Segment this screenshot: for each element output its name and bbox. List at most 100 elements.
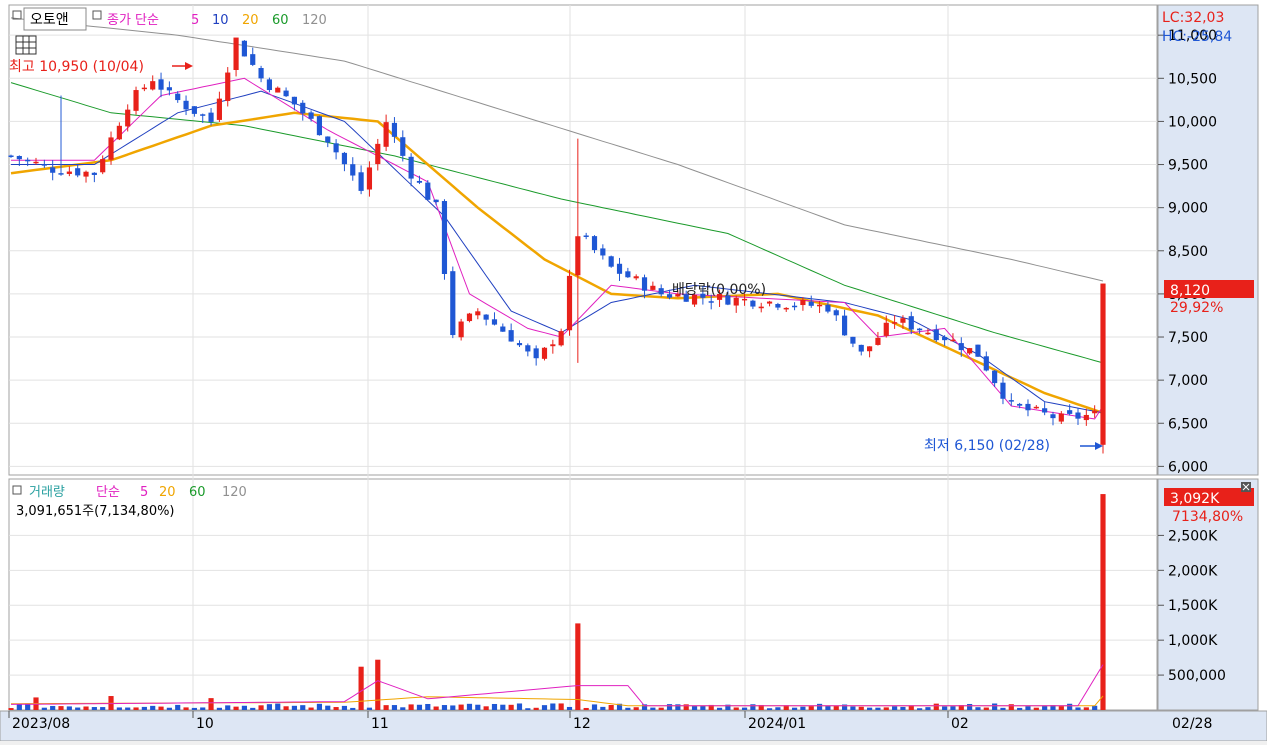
volume-bar[interactable]	[16, 704, 22, 710]
volume-bar[interactable]	[675, 704, 681, 710]
volume-bar[interactable]	[566, 706, 573, 710]
volume-bar[interactable]	[591, 704, 598, 710]
candle[interactable]	[783, 307, 789, 310]
volume-bar[interactable]	[100, 707, 106, 710]
candle[interactable]	[75, 168, 81, 176]
candle[interactable]	[33, 161, 39, 164]
volume-bar[interactable]	[291, 705, 298, 710]
volume-bar[interactable]	[91, 707, 97, 710]
candle[interactable]	[316, 116, 323, 136]
candle[interactable]	[208, 112, 214, 122]
volume-bar[interactable]	[8, 708, 14, 710]
volume-bar[interactable]	[1000, 707, 1006, 710]
volume-bar[interactable]	[1067, 703, 1073, 710]
volume-bar[interactable]	[650, 707, 656, 710]
volume-bar[interactable]	[66, 706, 72, 710]
candle[interactable]	[1033, 406, 1039, 409]
candle[interactable]	[58, 173, 64, 175]
volume-bar[interactable]	[1025, 706, 1031, 710]
candle[interactable]	[616, 263, 623, 274]
candle[interactable]	[358, 172, 364, 191]
candle[interactable]	[250, 54, 256, 65]
candle[interactable]	[900, 318, 906, 323]
candle[interactable]	[16, 155, 22, 160]
volume-bar[interactable]	[683, 704, 689, 710]
candle[interactable]	[50, 167, 56, 173]
candle[interactable]	[408, 156, 414, 179]
volume-bar[interactable]	[116, 707, 122, 710]
volume-bar[interactable]	[383, 705, 389, 710]
candle[interactable]	[500, 326, 506, 332]
ticker-name[interactable]: 오토앤	[30, 12, 69, 28]
volume-bar[interactable]	[366, 707, 373, 710]
volume-bar[interactable]	[408, 704, 414, 710]
volume-bar[interactable]	[275, 703, 281, 710]
volume-bar[interactable]	[375, 659, 381, 710]
candle[interactable]	[375, 143, 381, 165]
candle[interactable]	[791, 305, 798, 308]
candle[interactable]	[967, 348, 973, 354]
candle[interactable]	[91, 172, 97, 175]
volume-bar[interactable]	[875, 707, 881, 710]
candle[interactable]	[533, 348, 539, 359]
candle[interactable]	[125, 109, 131, 127]
volume-bar[interactable]	[191, 707, 197, 710]
volume-bar[interactable]	[141, 706, 147, 710]
volume-bar[interactable]	[967, 703, 973, 710]
volume-bar[interactable]	[733, 707, 739, 710]
candle[interactable]	[100, 159, 106, 173]
volume-bar[interactable]	[867, 707, 873, 710]
volume-bar[interactable]	[225, 705, 231, 710]
volume-bar[interactable]	[233, 706, 239, 710]
volume-bar[interactable]	[200, 707, 206, 710]
candle[interactable]	[466, 313, 473, 322]
candle[interactable]	[733, 297, 739, 306]
volume-bar[interactable]	[1017, 707, 1023, 710]
volume-bar[interactable]	[266, 704, 272, 710]
candle[interactable]	[241, 40, 247, 57]
volume-bar[interactable]	[150, 705, 156, 710]
candle[interactable]	[383, 122, 389, 147]
volume-bar[interactable]	[75, 707, 81, 710]
candle[interactable]	[800, 299, 806, 306]
candle[interactable]	[825, 304, 831, 312]
candle[interactable]	[333, 143, 339, 153]
candle[interactable]	[450, 271, 456, 336]
price-plot-area[interactable]	[8, 4, 1158, 476]
candle[interactable]	[875, 337, 881, 345]
candle[interactable]	[591, 236, 598, 251]
candle[interactable]	[1050, 414, 1056, 419]
volume-bar[interactable]	[441, 705, 448, 710]
volume-bar[interactable]	[358, 666, 364, 710]
volume-bar[interactable]	[775, 707, 781, 710]
volume-bar[interactable]	[541, 705, 548, 710]
volume-bar[interactable]	[425, 703, 431, 710]
volume-bar[interactable]	[992, 703, 998, 710]
volume-bar[interactable]	[1058, 706, 1064, 710]
candle[interactable]	[175, 93, 181, 101]
candle[interactable]	[483, 314, 489, 320]
candle[interactable]	[83, 171, 89, 177]
candle[interactable]	[566, 275, 573, 331]
volume-bar[interactable]	[800, 706, 806, 710]
chart-canvas[interactable]: 11,00010,50010,0009,5009,0008,5008,0007,…	[0, 0, 1267, 742]
volume-bar[interactable]	[508, 704, 514, 710]
candle[interactable]	[741, 298, 748, 301]
volume-bar[interactable]	[525, 708, 531, 710]
candle[interactable]	[283, 90, 289, 97]
volume-bar[interactable]	[183, 707, 189, 710]
candle[interactable]	[808, 301, 814, 306]
candle[interactable]	[416, 180, 423, 183]
candle[interactable]	[225, 72, 231, 102]
volume-bar[interactable]	[933, 703, 939, 710]
candle[interactable]	[583, 235, 589, 237]
candle[interactable]	[750, 300, 756, 307]
candle[interactable]	[575, 236, 581, 276]
volume-bar[interactable]	[883, 707, 889, 710]
candle[interactable]	[258, 68, 264, 79]
candle[interactable]	[391, 122, 398, 137]
candle[interactable]	[1067, 410, 1073, 414]
candle[interactable]	[166, 87, 172, 91]
volume-bar[interactable]	[241, 705, 247, 710]
volume-bar[interactable]	[1033, 707, 1039, 710]
